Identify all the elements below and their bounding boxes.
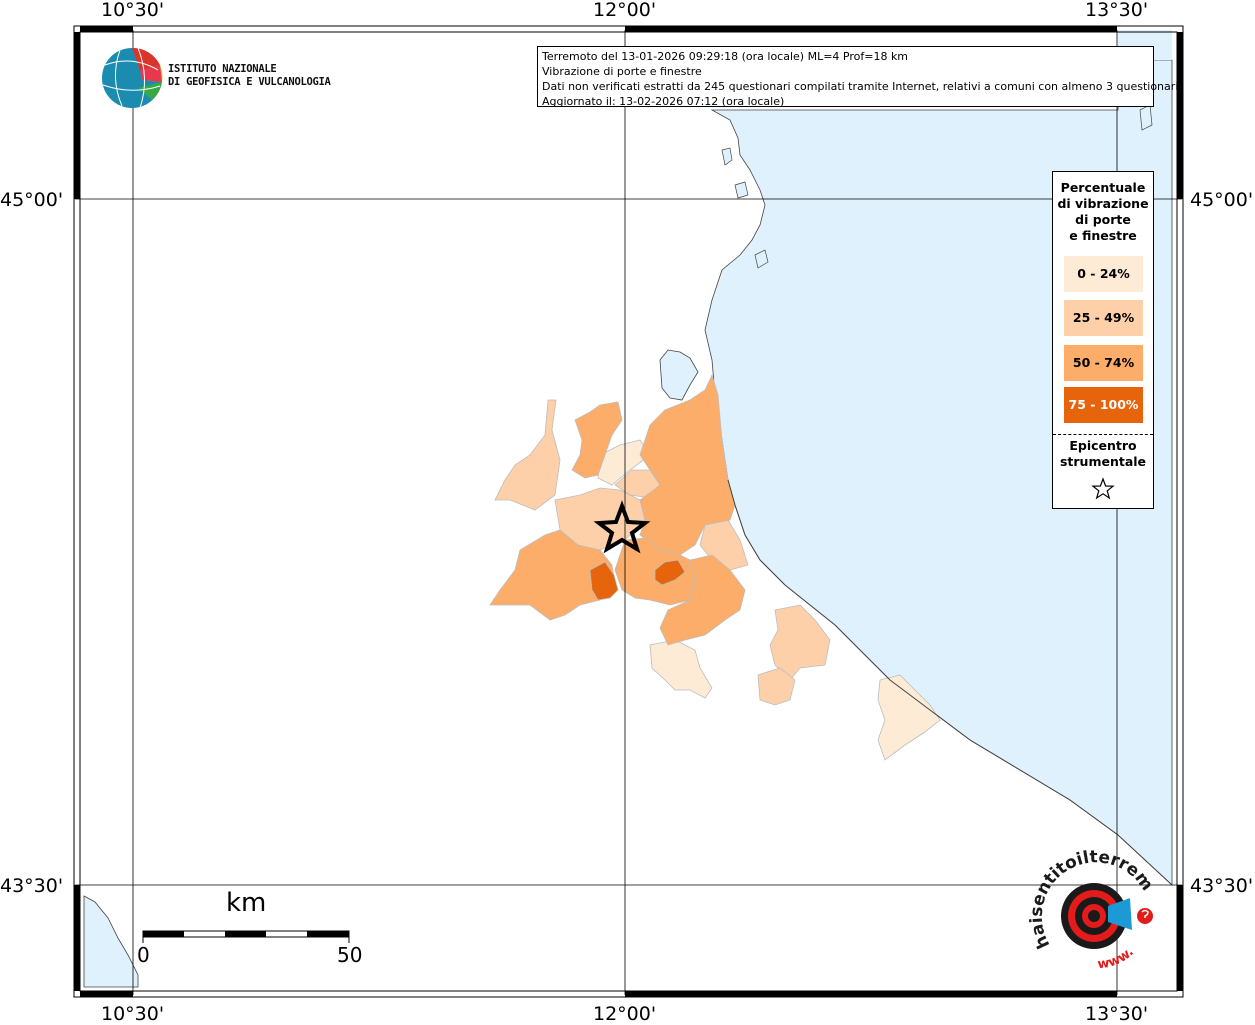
event-info-box: Terremoto del 13-01-2026 09:29:18 (ora l… bbox=[537, 46, 1182, 108]
lon-label-top-2: 12°00' bbox=[593, 0, 657, 21]
lat-label-right-2: 43°30' bbox=[1190, 875, 1254, 897]
lon-label-top-1: 10°30' bbox=[101, 0, 165, 21]
scale-bar bbox=[142, 930, 350, 943]
legend-title: Percentuale di vibrazione di porte e fin… bbox=[1053, 172, 1153, 244]
legend-class-1: 0 - 24% bbox=[1064, 256, 1143, 292]
lagoon bbox=[659, 349, 699, 401]
legend-title-line3: di porte bbox=[1075, 212, 1131, 227]
ingv-globe-logo bbox=[102, 47, 163, 109]
legend-separator bbox=[1053, 434, 1153, 435]
lon-label-bottom-2: 12°00' bbox=[593, 1003, 657, 1025]
legend-class-2: 25 - 49% bbox=[1064, 300, 1143, 336]
legend-class-4: 75 - 100% bbox=[1064, 387, 1143, 423]
lon-label-bottom-3: 13°30' bbox=[1085, 1003, 1149, 1025]
lat-label-right-1: 45°00' bbox=[1190, 189, 1254, 211]
legend-title-line1: Percentuale bbox=[1060, 180, 1146, 195]
scale-unit: km bbox=[226, 888, 267, 918]
legend-epicenter-line2: strumentale bbox=[1059, 454, 1147, 469]
event-info-line2: Vibrazione di porte e finestre bbox=[542, 65, 702, 78]
scale-max-label: 50 bbox=[337, 943, 363, 967]
ingv-logo-line2: DI GEOFISICA E VULCANOLOGIA bbox=[168, 76, 331, 88]
legend-epicenter-label: Epicentro strumentale bbox=[1053, 438, 1153, 470]
lat-label-left-1: 45°00' bbox=[0, 189, 64, 211]
tyrrhenian-sea bbox=[83, 895, 139, 988]
lat-label-left-2: 43°30' bbox=[0, 875, 64, 897]
legend-title-line4: e finestre bbox=[1069, 228, 1137, 243]
legend: Percentuale di vibrazione di porte e fin… bbox=[1052, 171, 1154, 509]
ingv-logo-line1: ISTITUTO NAZIONALE bbox=[168, 63, 277, 75]
legend-title-line2: di vibrazione bbox=[1057, 196, 1149, 211]
lon-label-top-3: 13°30' bbox=[1085, 0, 1149, 21]
event-info-line4: Aggiornato il: 13-02-2026 07:12 (ora loc… bbox=[542, 95, 785, 108]
lon-label-bottom-1: 10°30' bbox=[101, 1003, 165, 1025]
ingv-logo-text: ISTITUTO NAZIONALE DI GEOFISICA E VULCAN… bbox=[168, 63, 331, 89]
event-info-line1: Terremoto del 13-01-2026 09:29:18 (ora l… bbox=[542, 50, 909, 63]
legend-class-3: 50 - 74% bbox=[1064, 345, 1143, 381]
event-info-line3: Dati non verificati estratti da 245 ques… bbox=[542, 80, 1182, 93]
legend-epicenter-line1: Epicentro bbox=[1069, 438, 1137, 453]
intensity-map bbox=[73, 25, 1184, 998]
scale-min-label: 0 bbox=[137, 943, 150, 967]
star-icon bbox=[1091, 477, 1115, 500]
haisentito-badge-icon bbox=[1061, 883, 1153, 949]
